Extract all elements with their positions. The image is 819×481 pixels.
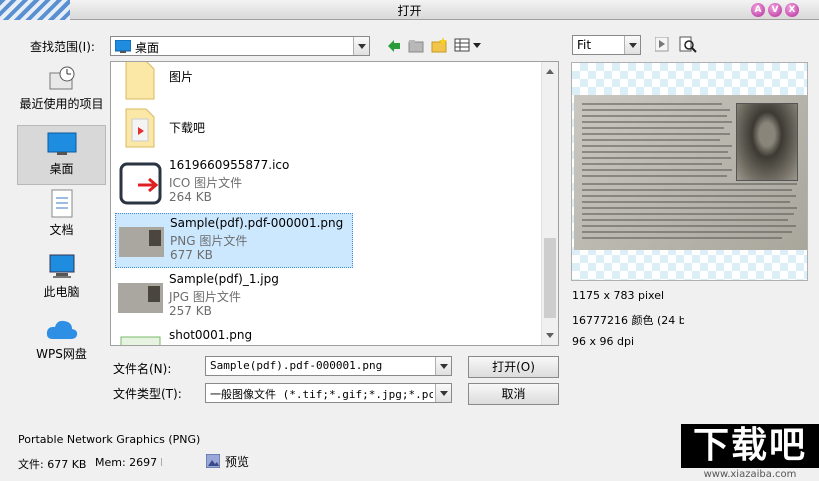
lookin-combo[interactable]: 桌面: [110, 36, 370, 56]
sidebar-item-desktop[interactable]: 桌面: [17, 125, 106, 185]
watermark-text: 下载吧: [681, 424, 819, 468]
new-folder-icon[interactable]: [431, 37, 448, 53]
scroll-thumb[interactable]: [544, 238, 556, 318]
back-arrow-icon[interactable]: [386, 39, 402, 53]
file-name: 图片: [169, 70, 194, 84]
up-folder-icon[interactable]: [408, 38, 424, 53]
sidebar-item-label: WPS网盘: [36, 347, 87, 361]
sidebar-item-label: 桌面: [49, 162, 74, 176]
preview-toggle-icon[interactable]: [206, 454, 220, 468]
sidebar-item-label: 此电脑: [43, 285, 80, 299]
image-colors: 16777216 颜色 (24 bit: [572, 314, 684, 327]
document-icon: [51, 189, 72, 218]
filetype-label: 文件类型(T):: [113, 387, 182, 401]
recent-items-icon: [49, 66, 74, 90]
image-preview: [571, 62, 808, 281]
file-type: PNG 图片文件: [170, 234, 248, 248]
file-type: ICO 图片文件: [169, 176, 243, 190]
view-menu-icon[interactable]: [454, 38, 484, 53]
filetype-value: 一般图像文件 (*.tif;*.gif;*.jpg;*.pcx: [210, 388, 433, 401]
file-name: 下载吧: [169, 121, 206, 135]
desktop-icon: [115, 40, 131, 53]
vertical-scrollbar[interactable]: [541, 62, 558, 345]
chevron-down-icon[interactable]: [435, 357, 451, 375]
file-size: 677 KB: [170, 248, 213, 262]
open-button[interactable]: 打开(O): [468, 356, 559, 378]
image-dimensions: 1175 x 783 pixel: [572, 289, 665, 302]
close-button[interactable]: X: [785, 3, 799, 17]
sidebar-item-recent[interactable]: 最近使用的项目: [17, 65, 106, 123]
image-dpi: 96 x 96 dpi: [572, 335, 635, 348]
status-file-size: 文件: 677 KB: [18, 458, 87, 471]
cloud-icon: [46, 320, 77, 339]
zoom-preview-icon[interactable]: [679, 36, 697, 53]
scroll-down-icon[interactable]: [546, 333, 554, 338]
list-item[interactable]: 下载吧: [115, 100, 353, 155]
sidebar-item-label: 最近使用的项目: [19, 97, 104, 111]
lookin-label: 查找范围(I):: [30, 40, 95, 54]
ico-file-icon: [119, 162, 162, 205]
list-item-selected[interactable]: Sample(pdf).pdf-000001.png PNG 图片文件 677 …: [115, 213, 353, 268]
zoom-value: Fit: [577, 38, 592, 52]
filename-combo[interactable]: Sample(pdf).pdf-000001.png: [205, 356, 452, 376]
preview-label[interactable]: 预览: [225, 453, 249, 470]
folder-icon: [125, 108, 155, 148]
computer-icon: [49, 254, 74, 278]
watermark-url: www.xiazaiba.com: [703, 469, 797, 480]
filename-value[interactable]: Sample(pdf).pdf-000001.png: [210, 359, 382, 372]
file-list[interactable]: 图片 下载吧 1619660955877.ico ICO 图片文件 264 KB…: [110, 61, 559, 346]
folder-icon: [125, 62, 155, 100]
image-thumbnail: [118, 283, 163, 313]
image-thumbnail: [120, 336, 161, 345]
title-bar: 打开 A V X: [0, 0, 819, 20]
file-type: JPG 图片文件: [169, 290, 241, 304]
play-icon[interactable]: [655, 37, 669, 52]
sidebar-item-documents[interactable]: 文档: [17, 189, 106, 249]
file-name: Sample(pdf).pdf-000001.png: [170, 216, 344, 230]
file-size: 257 KB: [169, 304, 212, 318]
image-thumbnail: [119, 227, 164, 257]
file-name: Sample(pdf)_1.jpg: [169, 272, 279, 286]
list-item[interactable]: shot0001.png: [115, 326, 353, 345]
list-item[interactable]: Sample(pdf)_1.jpg JPG 图片文件 257 KB: [115, 270, 353, 325]
places-sidebar: 最近使用的项目 桌面 文档 此电脑 WPS网盘: [17, 61, 106, 372]
cancel-button[interactable]: 取消: [468, 383, 559, 405]
filetype-combo[interactable]: 一般图像文件 (*.tif;*.gif;*.jpg;*.pcx: [205, 383, 452, 403]
file-size: 264 KB: [169, 190, 212, 204]
filename-label: 文件名(N):: [113, 362, 172, 376]
chevron-down-icon[interactable]: [353, 37, 369, 55]
portrait-image: [736, 103, 798, 181]
preview-image: [574, 95, 807, 250]
chevron-down-icon[interactable]: [435, 384, 451, 402]
watermark-logo: 下载吧 www.xiazaiba.com: [681, 424, 819, 481]
maximize-button[interactable]: V: [768, 3, 782, 17]
sidebar-item-this-pc[interactable]: 此电脑: [17, 253, 106, 313]
sidebar-item-wps-cloud[interactable]: WPS网盘: [17, 317, 106, 371]
sidebar-item-label: 文档: [49, 223, 74, 237]
zoom-combo[interactable]: Fit: [572, 35, 641, 55]
status-mem: Mem: 2697 KB: [95, 456, 162, 469]
status-format: Portable Network Graphics (PNG): [18, 433, 201, 446]
desktop-icon: [47, 132, 76, 155]
file-name: shot0001.png: [169, 328, 253, 342]
window-title: 打开: [397, 4, 422, 18]
list-item[interactable]: 1619660955877.ico ICO 图片文件 264 KB: [115, 156, 353, 211]
minimize-button[interactable]: A: [751, 3, 765, 17]
chevron-down-icon[interactable]: [624, 36, 640, 54]
scroll-up-icon[interactable]: [546, 69, 554, 74]
lookin-value: 桌面: [135, 41, 160, 55]
file-name: 1619660955877.ico: [169, 158, 290, 172]
